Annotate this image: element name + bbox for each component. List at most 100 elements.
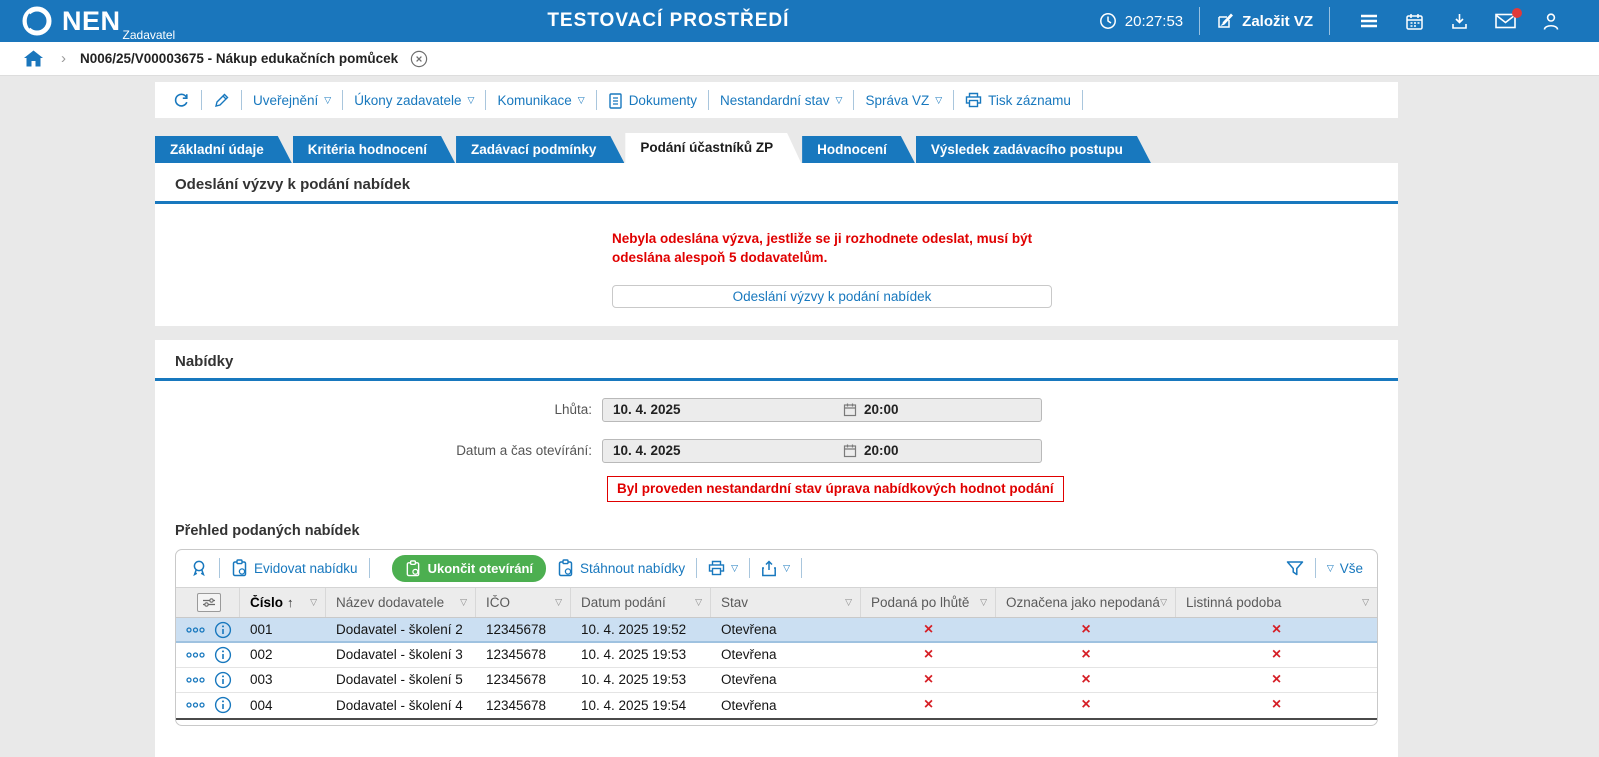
row-menu-button[interactable] [186, 677, 205, 683]
opening-input[interactable]: 10. 4. 2025 20:00 [602, 439, 1042, 463]
cell-ico: 12345678 [476, 618, 571, 642]
cell-dodavatel: Dodavatel - školení 4 [326, 693, 476, 718]
end-opening-button[interactable]: Ukončit otevírání [392, 555, 546, 582]
grid-toolbar: Evidovat nabídku Ukončit otevírání [176, 550, 1377, 587]
column-header-cislo[interactable]: Číslo ↑ ▽ [240, 588, 326, 617]
cell-ico: 12345678 [476, 668, 571, 692]
download-icon [1450, 12, 1469, 31]
row-menu-button[interactable] [186, 702, 205, 708]
cell-po-lhute: × [861, 618, 996, 642]
download-offers-button[interactable]: Stáhnout nabídky [557, 559, 685, 577]
send-invite-button[interactable]: Odeslání výzvy k podání nabídek [612, 285, 1052, 308]
tab-kriteria-hodnoceni[interactable]: Kritéria hodnocení [293, 136, 455, 163]
filter-button[interactable] [1286, 560, 1304, 577]
row-info-button[interactable] [214, 671, 232, 689]
profile-button[interactable] [1542, 12, 1560, 31]
caret-down-icon[interactable]: ▽ [695, 598, 702, 607]
filter-icon [1286, 560, 1304, 577]
brand-role: Zadavatel [123, 28, 176, 42]
environment-title: TESTOVACÍ PROSTŘEDÍ [238, 10, 1099, 32]
section-divider [155, 378, 1398, 381]
edit-button[interactable] [213, 92, 230, 109]
server-time-value: 20:27:53 [1125, 13, 1183, 30]
row-info-button[interactable] [214, 621, 232, 639]
menu-komunikace[interactable]: Komunikace▽ [497, 93, 584, 108]
register-offer-button[interactable]: Evidovat nabídku [231, 559, 358, 577]
column-header-stav[interactable]: Stav▽ [711, 588, 861, 617]
table-row[interactable]: 001 Dodavatel - školení 2 12345678 10. 4… [176, 618, 1377, 643]
row-info-button[interactable] [214, 696, 232, 714]
info-icon [214, 621, 232, 639]
menu-dokumenty[interactable]: Dokumenty [608, 92, 697, 109]
cell-dodavatel: Dodavatel - školení 2 [326, 618, 476, 642]
cell-po-lhute: × [861, 643, 996, 667]
menu-sprava-vz[interactable]: Správa VZ▽ [865, 93, 942, 108]
tab-hodnoceni[interactable]: Hodnocení [802, 136, 915, 163]
grid-print-button[interactable]: ▽ [708, 560, 738, 576]
column-header-nepodana[interactable]: Označena jako nepodaná▽ [996, 588, 1176, 617]
cell-cislo: 003 [240, 668, 326, 692]
create-vz-label: Založit VZ [1242, 13, 1313, 30]
cell-ico: 12345678 [476, 693, 571, 718]
refresh-button[interactable] [173, 92, 190, 109]
printer-icon [965, 92, 982, 108]
menu-button[interactable] [1359, 13, 1379, 29]
cell-stav: Otevřena [711, 618, 861, 642]
tab-vysledek[interactable]: Výsledek zadávacího postupu [916, 136, 1151, 163]
cell-po-lhute: × [861, 668, 996, 692]
tab-podani-ucastniku[interactable]: Podání účastníků ZP [625, 133, 801, 163]
seal-button[interactable] [190, 559, 208, 578]
nen-logo[interactable]: NEN Zadavatel [0, 4, 238, 38]
breadcrumb-record[interactable]: N006/25/V00003675 - Nákup edukačních pom… [80, 51, 398, 66]
column-header-dodavatel[interactable]: Název dodavatele▽ [326, 588, 476, 617]
print-record-button[interactable]: Tisk záznamu [965, 92, 1071, 108]
caret-down-icon[interactable]: ▽ [845, 598, 852, 607]
invite-section-title: Odeslání výzvy k podání nabídek [155, 163, 1398, 201]
column-settings-button[interactable] [176, 588, 240, 617]
tab-zadavaci-podminky[interactable]: Zadávací podmínky [456, 136, 624, 163]
menu-ukony-zadavatele[interactable]: Úkony zadavatele▽ [354, 93, 474, 108]
create-vz-button[interactable]: Založit VZ [1216, 12, 1313, 30]
tab-zakladni-udaje[interactable]: Základní údaje [155, 136, 292, 163]
table-row[interactable]: 002 Dodavatel - školení 3 12345678 10. 4… [176, 643, 1377, 668]
caret-down-icon[interactable]: ▽ [1362, 598, 1369, 607]
caret-down-icon[interactable]: ▽ [555, 598, 562, 607]
column-header-ico[interactable]: IČO▽ [476, 588, 571, 617]
downloads-button[interactable] [1450, 12, 1469, 31]
menu-uverejneni[interactable]: Uveřejnění▽ [253, 93, 331, 108]
calendar-button[interactable] [1405, 12, 1424, 31]
ellipsis-icon [186, 627, 205, 633]
close-record-button[interactable] [410, 50, 428, 68]
column-header-po-lhute[interactable]: Podaná po lhůtě▽ [861, 588, 996, 617]
caret-down-icon[interactable]: ▽ [980, 598, 987, 607]
opening-date-value: 10. 4. 2025 [603, 443, 843, 458]
info-icon [214, 671, 232, 689]
home-button[interactable] [24, 50, 43, 67]
cell-nepodana: × [996, 668, 1176, 692]
cell-dodavatel: Dodavatel - školení 5 [326, 668, 476, 692]
menu-nestandardni-stav[interactable]: Nestandardní stav▽ [720, 93, 842, 108]
table-row[interactable]: 004 Dodavatel - školení 4 12345678 10. 4… [176, 693, 1377, 718]
calendar-icon [1405, 12, 1424, 31]
messages-button[interactable] [1495, 13, 1516, 29]
section-divider [155, 201, 1398, 204]
refresh-icon [173, 92, 190, 109]
deadline-input[interactable]: 10. 4. 2025 20:00 [602, 398, 1042, 422]
column-header-listinna[interactable]: Listinná podoba▽ [1176, 588, 1377, 617]
table-row[interactable]: 003 Dodavatel - školení 5 12345678 10. 4… [176, 668, 1377, 693]
cell-listinna: × [1176, 693, 1377, 718]
row-info-button[interactable] [214, 646, 232, 664]
deadline-field-row: Lhůta: 10. 4. 2025 20:00 [155, 398, 1398, 422]
row-menu-button[interactable] [186, 652, 205, 658]
export-button[interactable]: ▽ [761, 560, 790, 577]
row-menu-button[interactable] [186, 627, 205, 633]
view-selector[interactable]: ▽ Vše [1327, 561, 1363, 576]
cell-datum: 10. 4. 2025 19:53 [571, 668, 711, 692]
invite-warning-text: Nebyla odeslána výzva, jestliže se ji ro… [612, 230, 1082, 268]
column-header-datum[interactable]: Datum podání▽ [571, 588, 711, 617]
caret-down-icon[interactable]: ▽ [460, 598, 467, 607]
caret-down-icon[interactable]: ▽ [1160, 598, 1167, 607]
deadline-date-value: 10. 4. 2025 [603, 402, 843, 417]
caret-down-icon[interactable]: ▽ [310, 598, 317, 607]
opening-label: Datum a čas otevírání: [155, 443, 602, 458]
